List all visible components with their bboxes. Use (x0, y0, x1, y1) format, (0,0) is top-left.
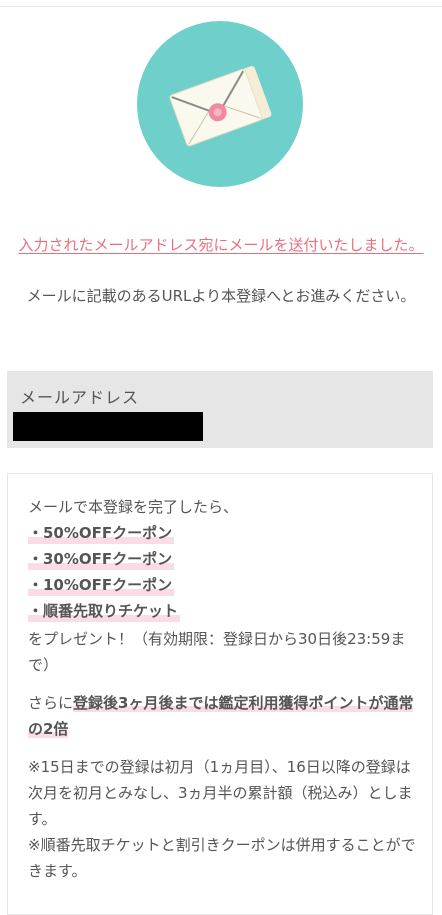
registration-month-note: ※15日までの登録は初月（1ヵ月目）、16日以降の登録は次月を初月とみなし、3ヵ… (28, 758, 413, 828)
email-label: メールアドレス (20, 388, 140, 407)
top-divider (0, 6, 442, 7)
perk-item: ・順番先取りチケット (28, 600, 181, 622)
envelope-badge (137, 21, 303, 187)
benefits-card: メールで本登録を完了したら、 ・50%OFFクーポン ・30%OFFクーポン ・… (7, 473, 433, 915)
email-value-redacted: ████████████ (13, 412, 203, 441)
double-point-prefix: さらに (28, 694, 74, 712)
envelope-icon (169, 65, 272, 147)
perk-item: ・10%OFFクーポン (28, 574, 175, 596)
email-display: メールアドレス ████████████ (7, 371, 433, 448)
present-validity-text: をプレゼント！（有効期限：登録日から30日後23:59まで） (28, 630, 406, 674)
double-point-highlight: 登録後3ヶ月後までは鑑定利用獲得ポイントが通常の2倍 (28, 694, 414, 738)
double-point-text: さらに登録後3ヶ月後までは鑑定利用獲得ポイントが通常の2倍 (28, 690, 418, 742)
benefits-intro: メールで本登録を完了したら、 (28, 498, 239, 516)
combination-note: ※順番先取チケットと割引きクーポンは併用することができます。 (28, 836, 416, 880)
perk-item: ・30%OFFクーポン (28, 548, 175, 570)
sent-notice-link[interactable]: 入力されたメールアドレス宛にメールを送付いたしました。 (10, 233, 432, 258)
proceed-instruction: メールに記載のあるURLより本登録へとお進みください。 (26, 287, 416, 305)
perk-item: ・50%OFFクーポン (28, 522, 175, 544)
